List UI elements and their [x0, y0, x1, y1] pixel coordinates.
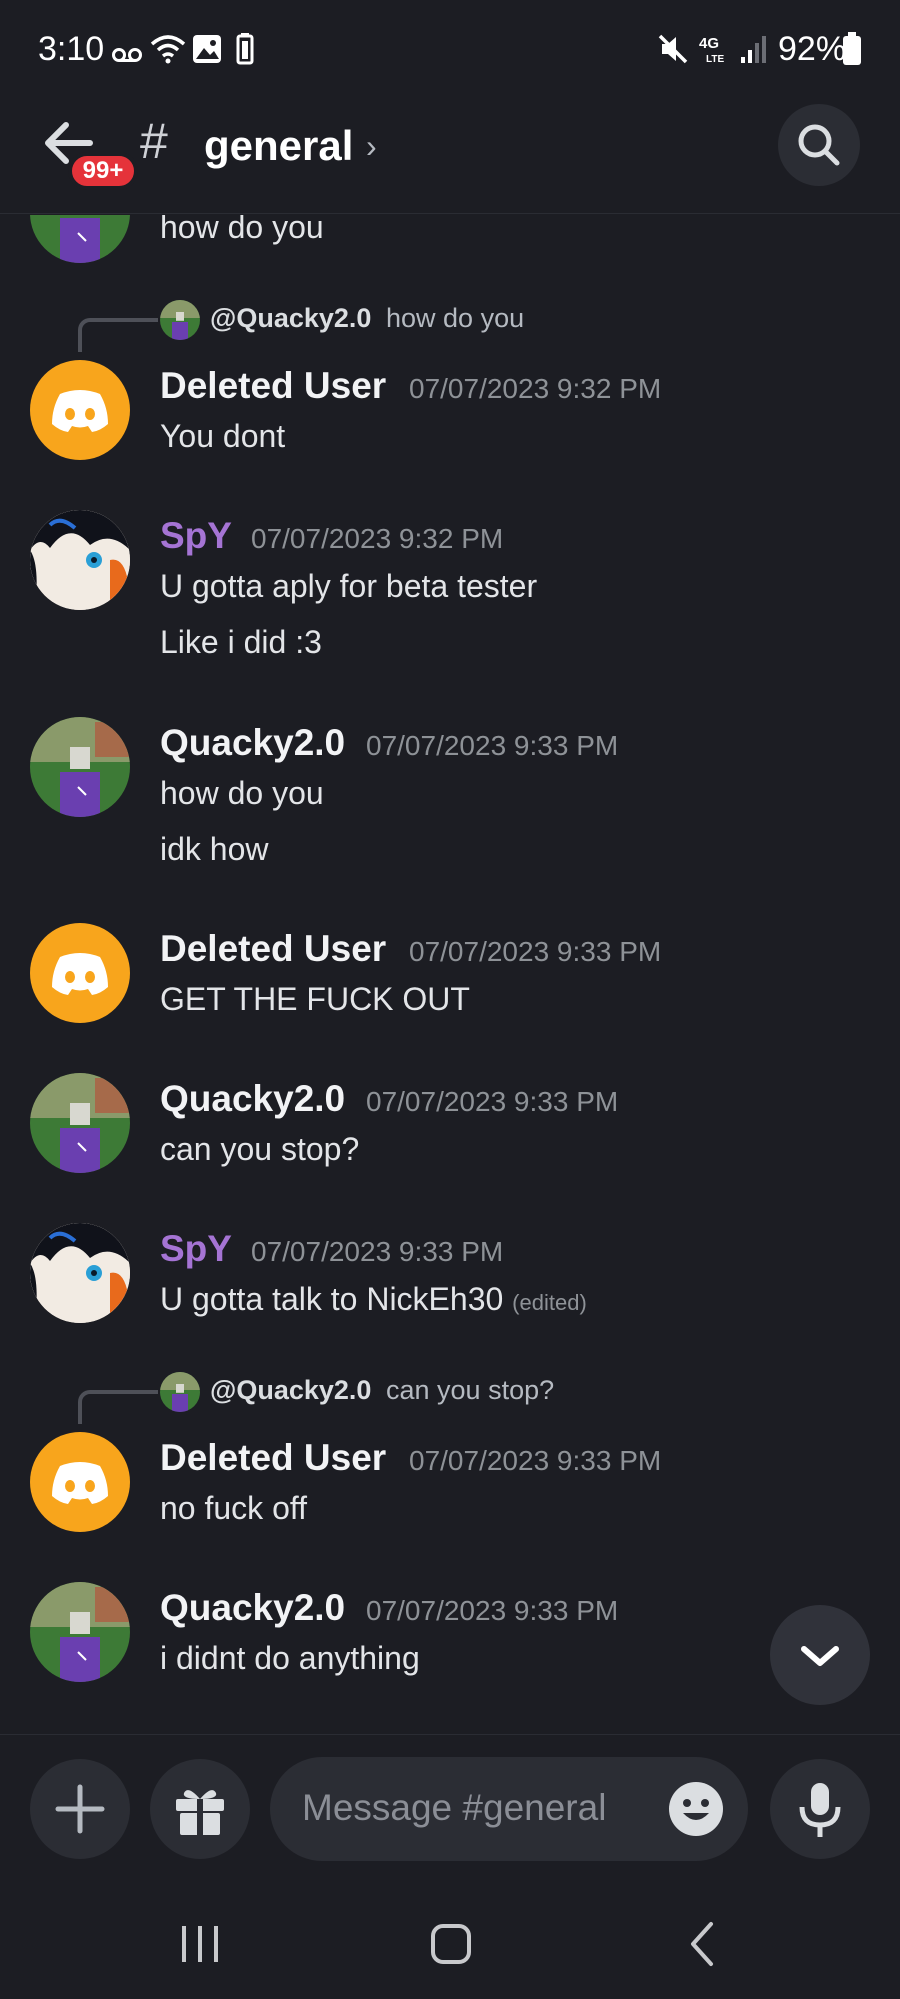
message-timestamp: 07/07/2023 9:33 PM — [366, 1086, 619, 1117]
message-text: how do you — [160, 775, 324, 811]
jump-to-latest-button[interactable] — [770, 1605, 870, 1705]
message-timestamp: 07/07/2023 9:33 PM — [409, 1445, 662, 1476]
microphone-icon — [799, 1783, 841, 1837]
channel-title[interactable]: general — [204, 122, 353, 170]
message-placeholder: Message #general — [302, 1787, 607, 1828]
message-text-content: U gotta talk to NickEh30 — [160, 1281, 504, 1317]
battery-saver-icon — [236, 33, 254, 65]
voicemail-icon — [112, 48, 142, 62]
attach-button[interactable] — [30, 1759, 130, 1859]
avatar-deleted-user[interactable] — [30, 360, 130, 460]
home-icon[interactable] — [421, 1914, 481, 1974]
plus-icon — [55, 1784, 105, 1834]
message-timestamp: 07/07/2023 9:33 PM — [409, 936, 662, 967]
voice-message-button[interactable] — [770, 1759, 870, 1859]
message-author[interactable]: Deleted User — [160, 1437, 386, 1479]
avatar-spy[interactable] — [30, 1223, 130, 1323]
message-text: how do you — [160, 215, 324, 245]
4g-lte-icon: 4G LTE — [699, 35, 724, 65]
svg-text:4G: 4G — [699, 35, 719, 52]
gift-button[interactable] — [150, 1759, 250, 1859]
search-icon — [798, 124, 840, 166]
search-button[interactable] — [778, 104, 860, 186]
back-icon[interactable] — [673, 1914, 733, 1974]
message-input[interactable]: Message #general — [270, 1757, 748, 1861]
discord-logo-icon — [52, 953, 108, 995]
signal-icon — [741, 36, 766, 63]
wifi-icon — [150, 35, 186, 64]
avatar-deleted-user[interactable] — [30, 923, 130, 1023]
channel-hash-icon: # — [140, 113, 168, 169]
recents-icon[interactable] — [170, 1914, 230, 1974]
message-author[interactable]: SpY — [160, 1228, 232, 1270]
avatar-quacky[interactable] — [30, 215, 130, 263]
unread-badge: 99+ — [68, 152, 138, 190]
avatar-quacky[interactable] — [30, 1073, 130, 1173]
avatar-deleted-user[interactable] — [30, 1432, 130, 1532]
gallery-icon — [193, 35, 221, 63]
message-text: You dont — [160, 418, 286, 454]
message-author[interactable]: SpY — [160, 515, 232, 557]
message-text: GET THE FUCK OUT — [160, 981, 470, 1017]
discord-logo-icon — [52, 1462, 108, 1504]
reply-mention[interactable]: @Quacky2.0 — [210, 303, 371, 334]
message-timestamp: 07/07/2023 9:33 PM — [251, 1236, 504, 1267]
avatar-quacky[interactable] — [30, 1582, 130, 1682]
message-text: no fuck off — [160, 1490, 308, 1526]
reply-avatar — [160, 1372, 200, 1412]
chevron-down-icon — [801, 1646, 839, 1666]
reply-connector — [78, 318, 158, 352]
mute-icon — [658, 34, 688, 64]
avatar-spy[interactable] — [30, 510, 130, 610]
message-text: U gotta aply for beta tester — [160, 568, 538, 604]
system-nav-bar — [0, 1884, 900, 1999]
reply-avatar — [160, 300, 200, 340]
status-time: 3:10 — [38, 30, 105, 68]
message-author[interactable]: Deleted User — [160, 365, 386, 407]
reply-preview-text[interactable]: how do you — [386, 303, 524, 334]
chevron-right-icon[interactable]: › — [366, 128, 377, 165]
battery-percent: 92% — [778, 30, 847, 68]
message-author[interactable]: Quacky2.0 — [160, 1587, 345, 1629]
battery-icon — [843, 32, 861, 65]
message-text: i didnt do anything — [160, 1640, 420, 1676]
channel-header: 99+ # general › — [0, 100, 900, 214]
edited-label: (edited) — [512, 1290, 587, 1315]
gift-icon — [176, 1790, 224, 1835]
message-author[interactable]: Quacky2.0 — [160, 722, 345, 764]
message-timestamp: 07/07/2023 9:32 PM — [409, 373, 662, 404]
message-author[interactable]: Quacky2.0 — [160, 1078, 345, 1120]
reply-preview-text[interactable]: can you stop? — [386, 1375, 554, 1406]
message-composer: Message #general — [0, 1734, 900, 1884]
svg-text:LTE: LTE — [706, 54, 724, 65]
message-text: idk how — [160, 831, 269, 867]
message-timestamp: 07/07/2023 9:33 PM — [366, 1595, 619, 1626]
message-text: U gotta talk to NickEh30 (edited) — [160, 1281, 587, 1318]
avatar-quacky[interactable] — [30, 717, 130, 817]
message-text: Like i did :3 — [160, 624, 322, 660]
message-list[interactable]: how do you @Quacky2.0 how do you Deleted… — [0, 215, 900, 1733]
reply-connector — [78, 1390, 158, 1424]
discord-logo-icon — [52, 390, 108, 432]
message-timestamp: 07/07/2023 9:32 PM — [251, 523, 504, 554]
status-bar: 3:10 4G LTE 92% — [0, 0, 900, 100]
reply-mention[interactable]: @Quacky2.0 — [210, 1375, 371, 1406]
message-author[interactable]: Deleted User — [160, 928, 386, 970]
message-text: can you stop? — [160, 1131, 360, 1167]
message-timestamp: 07/07/2023 9:33 PM — [366, 730, 619, 761]
emoji-icon[interactable] — [668, 1781, 724, 1837]
